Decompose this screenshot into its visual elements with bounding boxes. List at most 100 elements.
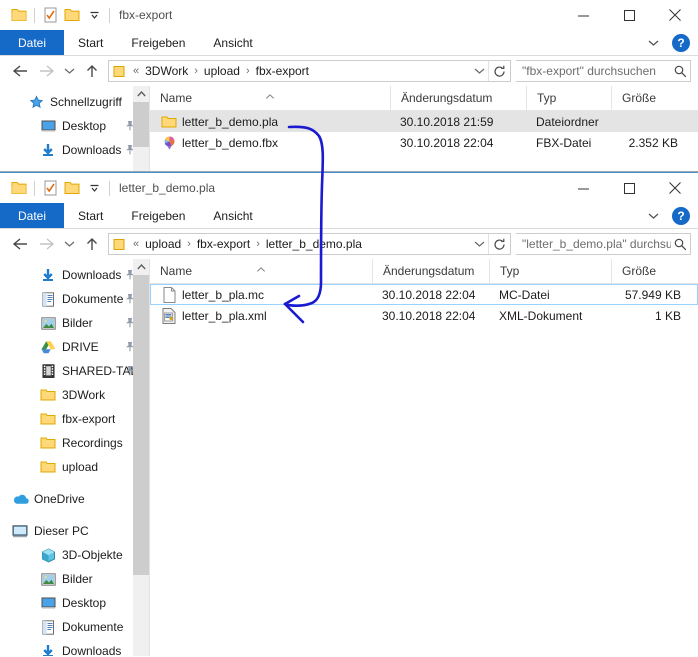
sidebar-item-downloads[interactable]: Downloads xyxy=(0,138,149,162)
breadcrumb-item[interactable]: fbx-export xyxy=(254,64,311,78)
sidebar-list[interactable]: Downloads Dokumente Bilder DRIVE SHARED-TAL 3… xyxy=(0,259,149,656)
properties-icon[interactable] xyxy=(39,177,61,199)
new-folder-icon[interactable] xyxy=(61,177,83,199)
sidebar-item-upload[interactable]: upload xyxy=(0,455,149,479)
close-button[interactable] xyxy=(652,173,698,203)
sidebar-item-recordings[interactable]: Recordings xyxy=(0,431,149,455)
quick-access-toolbar[interactable] xyxy=(0,173,114,203)
tab-freigeben[interactable]: Freigeben xyxy=(117,30,199,55)
breadcrumb-item[interactable]: upload xyxy=(202,64,242,78)
address-bar[interactable]: « 3DWork › upload › fbx-export "fbx-expo… xyxy=(0,56,698,86)
sidebar-item-shared-tal[interactable]: SHARED-TAL xyxy=(0,359,149,383)
column-header-name[interactable]: Name xyxy=(150,86,390,110)
sidebar-item-fbx-export[interactable]: fbx-export xyxy=(0,407,149,431)
breadcrumb-overflow[interactable]: « xyxy=(129,238,143,250)
minimize-button[interactable] xyxy=(560,173,606,203)
scroll-up-arrow-icon[interactable] xyxy=(133,86,149,102)
column-header-name[interactable]: Name xyxy=(150,259,372,283)
scroll-up-arrow-icon[interactable] xyxy=(133,259,149,275)
close-button[interactable] xyxy=(652,0,698,30)
expand-ribbon-icon[interactable] xyxy=(644,33,662,53)
ribbon-tabs[interactable]: Datei Start Freigeben Ansicht ? xyxy=(0,30,698,56)
column-headers[interactable]: Name Änderungsdatum Typ Größe xyxy=(150,259,698,284)
tab-datei[interactable]: Datei xyxy=(0,30,65,55)
maximize-button[interactable] xyxy=(606,173,652,203)
properties-icon[interactable] xyxy=(39,4,61,26)
caption-buttons[interactable] xyxy=(560,0,698,30)
sidebar-item-schnellzugriff[interactable]: Schnellzugriff xyxy=(0,90,149,114)
column-header-type[interactable]: Typ xyxy=(489,259,611,283)
breadcrumb-overflow[interactable]: « xyxy=(129,65,143,77)
back-button[interactable] xyxy=(7,58,33,84)
sidebar-item-dokumente[interactable]: Dokumente xyxy=(0,287,149,311)
recent-locations-icon[interactable] xyxy=(59,58,79,84)
sidebar-item-bilder[interactable]: Bilder xyxy=(0,567,149,591)
breadcrumb-item[interactable]: 3DWork xyxy=(143,64,190,78)
search-icon[interactable] xyxy=(670,65,690,78)
column-header-size[interactable]: Größe xyxy=(611,259,695,283)
sidebar-item-onedrive[interactable]: OneDrive xyxy=(0,487,149,511)
file-list[interactable]: Name Änderungsdatum Typ Größe xyxy=(150,259,698,656)
sidebar-item-dieser-pc[interactable]: Dieser PC xyxy=(0,519,149,543)
minimize-button[interactable] xyxy=(560,0,606,30)
title-bar[interactable]: fbx-export xyxy=(0,0,698,30)
back-button[interactable] xyxy=(7,231,33,257)
breadcrumb[interactable]: « upload › fbx-export › letter_b_demo.pl… xyxy=(129,237,470,251)
breadcrumb-item[interactable]: letter_b_demo.pla xyxy=(264,237,364,251)
help-button[interactable]: ? xyxy=(672,207,690,225)
nav-scrollbar[interactable] xyxy=(133,86,149,171)
quick-access-toolbar[interactable] xyxy=(0,0,114,30)
file-list[interactable]: Name Änderungsdatum Typ Größe xyxy=(150,86,698,171)
tab-ansicht[interactable]: Ansicht xyxy=(199,30,266,55)
search-input[interactable]: "letter_b_demo.pla" durchsuc xyxy=(516,233,691,255)
column-header-date[interactable]: Änderungsdatum xyxy=(390,86,526,110)
tab-start[interactable]: Start xyxy=(64,30,117,55)
tab-freigeben[interactable]: Freigeben xyxy=(117,203,199,228)
chevron-down-icon[interactable] xyxy=(83,177,105,199)
help-button[interactable]: ? xyxy=(672,34,690,52)
table-row[interactable]: letter_b_demo.fbx 30.10.2018 22:04 FBX-D… xyxy=(150,132,698,153)
search-input[interactable]: "fbx-export" durchsuchen xyxy=(516,60,691,82)
breadcrumb[interactable]: « 3DWork › upload › fbx-export xyxy=(129,64,470,78)
column-headers[interactable]: Name Änderungsdatum Typ Größe xyxy=(150,86,698,111)
address-box[interactable]: « upload › fbx-export › letter_b_demo.pl… xyxy=(108,233,511,255)
recent-locations-icon[interactable] xyxy=(59,231,79,257)
sidebar-item-downloads[interactable]: Downloads xyxy=(0,639,149,656)
nav-scrollbar[interactable] xyxy=(133,259,149,656)
address-dropdown-icon[interactable] xyxy=(470,240,488,248)
scrollbar-thumb[interactable] xyxy=(133,275,149,575)
explorer-window-letter-b-demo-pla[interactable]: letter_b_demo.pla Datei Start Freigeben … xyxy=(0,172,698,657)
address-dropdown-icon[interactable] xyxy=(470,67,488,75)
breadcrumb-item[interactable]: fbx-export xyxy=(195,237,252,251)
sidebar-item-dokumente[interactable]: Dokumente xyxy=(0,615,149,639)
tab-ansicht[interactable]: Ansicht xyxy=(199,203,266,228)
table-row[interactable]: letter_b_pla.xml 30.10.2018 22:04 XML-Do… xyxy=(150,305,698,326)
address-bar[interactable]: « upload › fbx-export › letter_b_demo.pl… xyxy=(0,229,698,259)
sidebar-item-desktop[interactable]: Desktop xyxy=(0,591,149,615)
caption-buttons[interactable] xyxy=(560,173,698,203)
tab-datei[interactable]: Datei xyxy=(0,203,65,228)
breadcrumb-item[interactable]: upload xyxy=(143,237,183,251)
table-row[interactable]: letter_b_demo.pla 30.10.2018 21:59 Datei… xyxy=(150,111,698,132)
refresh-button[interactable] xyxy=(488,234,510,254)
column-header-date[interactable]: Änderungsdatum xyxy=(372,259,489,283)
sidebar-item-3d-objekte[interactable]: 3D-Objekte xyxy=(0,543,149,567)
sidebar-item-drive[interactable]: DRIVE xyxy=(0,335,149,359)
scrollbar-thumb[interactable] xyxy=(133,102,149,147)
address-box[interactable]: « 3DWork › upload › fbx-export xyxy=(108,60,511,82)
folder-icon[interactable] xyxy=(8,177,30,199)
navigation-pane[interactable]: Downloads Dokumente Bilder DRIVE SHARED-TAL 3… xyxy=(0,259,150,656)
column-header-size[interactable]: Größe xyxy=(611,86,692,110)
sidebar-item-bilder[interactable]: Bilder xyxy=(0,311,149,335)
column-header-type[interactable]: Typ xyxy=(526,86,611,110)
new-folder-icon[interactable] xyxy=(61,4,83,26)
title-bar[interactable]: letter_b_demo.pla xyxy=(0,173,698,203)
up-button[interactable] xyxy=(79,231,105,257)
ribbon-tabs[interactable]: Datei Start Freigeben Ansicht ? xyxy=(0,203,698,229)
chevron-down-icon[interactable] xyxy=(83,4,105,26)
maximize-button[interactable] xyxy=(606,0,652,30)
search-icon[interactable] xyxy=(671,238,690,251)
expand-ribbon-icon[interactable] xyxy=(644,206,662,226)
tab-start[interactable]: Start xyxy=(64,203,117,228)
sidebar-item-desktop[interactable]: Desktop xyxy=(0,114,149,138)
